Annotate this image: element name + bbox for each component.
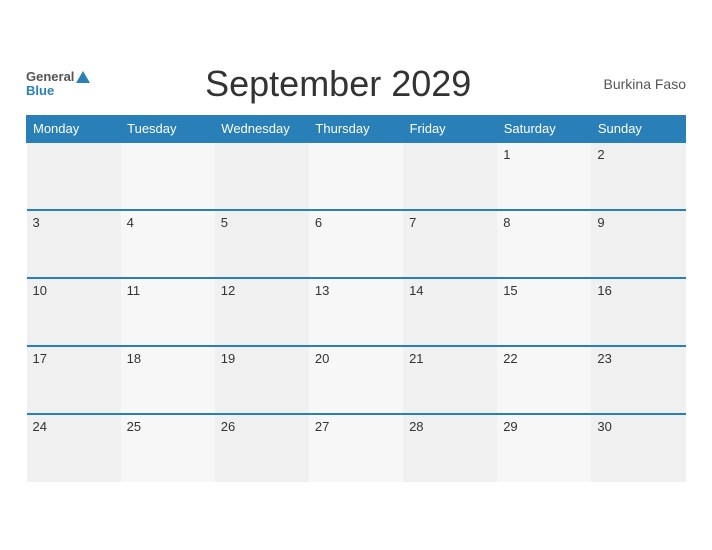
logo-general-text: General — [26, 70, 74, 84]
day-num: 2 — [597, 147, 604, 162]
day-cell: 15 — [497, 278, 591, 346]
day-cell: 14 — [403, 278, 497, 346]
logo: General Blue — [26, 70, 90, 99]
header-sunday: Sunday — [591, 116, 685, 143]
day-num: 4 — [127, 215, 134, 230]
day-cell — [121, 142, 215, 210]
day-num: 14 — [409, 283, 423, 298]
day-num: 26 — [221, 419, 235, 434]
day-cell — [215, 142, 309, 210]
week-row-5: 24 25 26 27 28 29 30 — [27, 414, 686, 482]
day-num: 6 — [315, 215, 322, 230]
day-cell — [309, 142, 403, 210]
day-cell: 24 — [27, 414, 121, 482]
day-num: 23 — [597, 351, 611, 366]
day-num: 28 — [409, 419, 423, 434]
week-row-4: 17 18 19 20 21 22 23 — [27, 346, 686, 414]
day-num: 24 — [33, 419, 47, 434]
header-saturday: Saturday — [497, 116, 591, 143]
day-num: 11 — [127, 283, 141, 298]
day-num: 3 — [33, 215, 40, 230]
logo-blue-text: Blue — [26, 83, 54, 98]
day-num: 15 — [503, 283, 517, 298]
week-row-1: 12 — [27, 142, 686, 210]
week-row-3: 10 11 12 13 14 15 16 — [27, 278, 686, 346]
calendar-table: Monday Tuesday Wednesday Thursday Friday… — [26, 115, 686, 482]
day-cell: 2 — [591, 142, 685, 210]
header-tuesday: Tuesday — [121, 116, 215, 143]
day-num: 27 — [315, 419, 329, 434]
day-cell: 17 — [27, 346, 121, 414]
day-num: 1 — [503, 147, 510, 162]
day-cell: 1 — [497, 142, 591, 210]
day-cell: 5 — [215, 210, 309, 278]
day-cell: 25 — [121, 414, 215, 482]
day-cell: 20 — [309, 346, 403, 414]
day-cell: 18 — [121, 346, 215, 414]
day-cell: 22 — [497, 346, 591, 414]
header-friday: Friday — [403, 116, 497, 143]
day-num: 25 — [127, 419, 141, 434]
week-row-2: 3 4 5 6 7 8 9 — [27, 210, 686, 278]
day-cell: 27 — [309, 414, 403, 482]
day-num: 10 — [33, 283, 47, 298]
day-cell: 21 — [403, 346, 497, 414]
day-num: 7 — [409, 215, 416, 230]
day-cell — [27, 142, 121, 210]
day-num: 20 — [315, 351, 329, 366]
day-cell: 9 — [591, 210, 685, 278]
day-cell: 4 — [121, 210, 215, 278]
day-num: 9 — [597, 215, 604, 230]
calendar-header: General Blue September 2029 Burkina Faso — [26, 63, 686, 105]
day-cell: 8 — [497, 210, 591, 278]
day-num: 13 — [315, 283, 329, 298]
day-num: 19 — [221, 351, 235, 366]
day-cell: 30 — [591, 414, 685, 482]
day-cell: 29 — [497, 414, 591, 482]
day-num: 21 — [409, 351, 423, 366]
day-cell: 13 — [309, 278, 403, 346]
header-monday: Monday — [27, 116, 121, 143]
day-cell: 6 — [309, 210, 403, 278]
day-num: 29 — [503, 419, 517, 434]
header-thursday: Thursday — [309, 116, 403, 143]
day-cell: 28 — [403, 414, 497, 482]
day-cell — [403, 142, 497, 210]
calendar-title: September 2029 — [90, 63, 586, 105]
header-wednesday: Wednesday — [215, 116, 309, 143]
logo-triangle-icon — [76, 71, 90, 83]
calendar: General Blue September 2029 Burkina Faso… — [11, 53, 701, 497]
day-cell: 12 — [215, 278, 309, 346]
day-cell: 16 — [591, 278, 685, 346]
day-num: 16 — [597, 283, 611, 298]
day-cell: 19 — [215, 346, 309, 414]
country-label: Burkina Faso — [586, 76, 686, 92]
day-cell: 11 — [121, 278, 215, 346]
day-num: 22 — [503, 351, 517, 366]
day-cell: 10 — [27, 278, 121, 346]
day-cell: 7 — [403, 210, 497, 278]
day-num: 30 — [597, 419, 611, 434]
day-cell: 23 — [591, 346, 685, 414]
weekday-header-row: Monday Tuesday Wednesday Thursday Friday… — [27, 116, 686, 143]
day-num: 12 — [221, 283, 235, 298]
day-cell: 26 — [215, 414, 309, 482]
day-cell: 3 — [27, 210, 121, 278]
day-num: 5 — [221, 215, 228, 230]
day-num: 8 — [503, 215, 510, 230]
day-num: 18 — [127, 351, 141, 366]
day-num: 17 — [33, 351, 47, 366]
